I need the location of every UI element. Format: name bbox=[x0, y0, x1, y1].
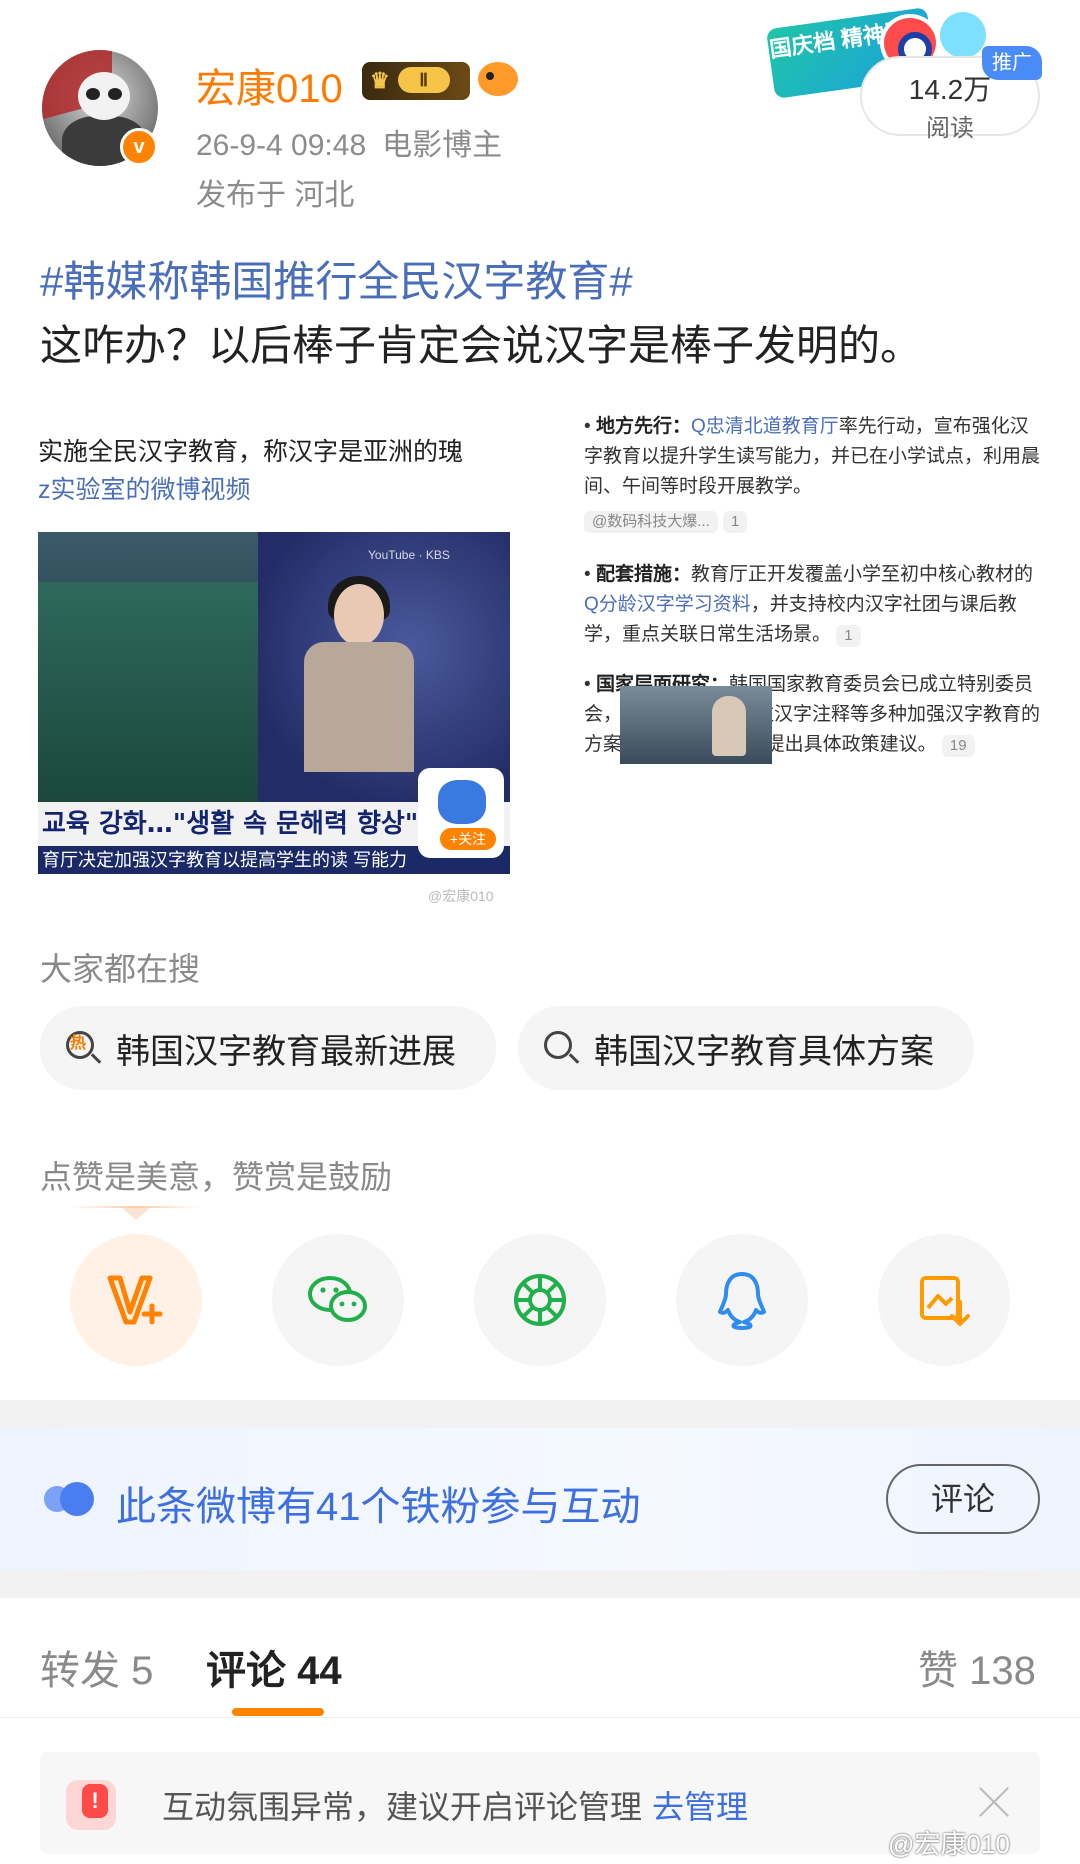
manage-link[interactable]: 去管理 bbox=[652, 1789, 748, 1825]
reward-pointer bbox=[70, 1206, 202, 1220]
verified-v-icon: v bbox=[120, 128, 158, 166]
tab-likes[interactable]: 赞 138 bbox=[918, 1638, 1036, 1696]
close-icon[interactable] bbox=[974, 1782, 1014, 1822]
section-divider bbox=[0, 1400, 1080, 1428]
level-label: Ⅱ bbox=[397, 67, 450, 93]
v-plus-button[interactable] bbox=[70, 1234, 202, 1366]
trending-search-title: 大家都在搜 bbox=[40, 951, 201, 987]
search-chip-label: 韩国汉字教育具体方案 bbox=[594, 1032, 934, 1071]
fan-interaction-text: 此条微博有41个铁粉参与互动 bbox=[116, 1485, 641, 1529]
tab-repost[interactable]: 转发 5 bbox=[40, 1638, 153, 1696]
user-role: 电影博主 bbox=[382, 129, 503, 162]
post-hashtag[interactable]: #韩媒称韩国推行全民汉字教育# bbox=[40, 248, 633, 309]
post-time: 26-9-4 09:48 bbox=[196, 129, 367, 162]
fan-badge-icon[interactable] bbox=[478, 62, 518, 96]
bullet-title: 配套措施： bbox=[595, 564, 691, 585]
news-anchor bbox=[304, 642, 414, 772]
fan-icon bbox=[44, 1482, 94, 1516]
promo-tag[interactable]: 推广 bbox=[982, 46, 1042, 80]
moments-icon bbox=[514, 1274, 566, 1326]
save-image-button[interactable] bbox=[878, 1234, 1010, 1366]
comment-button[interactable]: 评论 bbox=[886, 1464, 1040, 1534]
active-tab-indicator bbox=[232, 1708, 324, 1716]
trending-search-chip[interactable]: 韩国汉字教育具体方案 bbox=[518, 1006, 974, 1090]
v-plus-icon bbox=[107, 1275, 163, 1325]
thumbnail-image bbox=[620, 686, 772, 764]
channel-logo: YouTube · KBS bbox=[368, 548, 450, 562]
search-icon bbox=[542, 1029, 580, 1067]
username[interactable]: 宏康010 bbox=[196, 56, 343, 114]
share-moments-button[interactable] bbox=[474, 1234, 606, 1366]
bullet-link: Q分龄汉字学习资料 bbox=[584, 594, 751, 615]
trending-search-chip[interactable]: 热 韩国汉字教育最新进展 bbox=[40, 1006, 496, 1090]
source-chip: @数码科技大爆... bbox=[584, 511, 718, 533]
section-divider bbox=[0, 1570, 1080, 1598]
crown-level-badge[interactable]: ♛ Ⅱ bbox=[362, 62, 470, 100]
news-anchor bbox=[334, 584, 384, 646]
count-chip: 1 bbox=[836, 625, 861, 647]
qq-icon bbox=[718, 1272, 766, 1330]
post-meta: 26-9-4 09:48 电影博主 bbox=[196, 120, 502, 164]
post-header: v 宏康010 ♛ Ⅱ 26-9-4 09:48 电影博主 发布于 河北 国庆档 精… bbox=[0, 0, 1080, 230]
post-image[interactable]: 实施全民汉字教育，称汉字是亚洲的瑰 z实验室的微博视频 YouTube · KB… bbox=[36, 400, 1044, 910]
bullet-title: 地方先行： bbox=[595, 416, 691, 437]
post-location: 发布于 河北 bbox=[196, 179, 355, 212]
image-caption-link: z实验室的微博视频 bbox=[38, 476, 251, 504]
fan-interaction-banner: 此条微博有41个铁粉参与互动 评论 bbox=[0, 1428, 1080, 1570]
summary-bullet: • 地方先行：Q忠清北道教育厅率先行动，宣布强化汉字教育以提升学生读写能力，并已… bbox=[584, 412, 1044, 536]
bullet-link: Q忠清北道教育厅 bbox=[690, 416, 839, 437]
follow-badge: +关注 bbox=[418, 768, 504, 858]
post-text: 这咋办？以后棒子肯定会说汉字是棒子发明的。 bbox=[40, 322, 923, 369]
follow-tag: +关注 bbox=[440, 828, 496, 850]
image-caption: 实施全民汉字教育，称汉字是亚洲的瑰 bbox=[38, 438, 464, 466]
warning-icon bbox=[66, 1780, 116, 1830]
wechat-icon bbox=[308, 1276, 367, 1322]
post-tabs: 转发 5 评论 44 赞 138 bbox=[0, 1598, 1080, 1718]
search-chip-label: 韩国汉字教育最新进展 bbox=[116, 1032, 456, 1071]
share-qq-button[interactable] bbox=[676, 1234, 808, 1366]
footer-watermark: @宏康010 bbox=[888, 1829, 1010, 1859]
map-icon bbox=[438, 780, 486, 824]
hot-search-icon: 热 bbox=[64, 1029, 102, 1067]
image-watermark: @宏康010 bbox=[428, 888, 494, 904]
share-wechat-button[interactable] bbox=[272, 1234, 404, 1366]
avatar-eye bbox=[108, 88, 122, 100]
mascot-icon[interactable] bbox=[940, 12, 986, 58]
notice-text: 互动氛围异常，建议开启评论管理 去管理 bbox=[162, 1789, 749, 1825]
video-frame: YouTube · KBS 교육 강화…"생활 속 문해력 향상" 育厅决定加强… bbox=[38, 532, 510, 874]
tab-comments[interactable]: 评论 44 bbox=[206, 1638, 342, 1696]
hot-badge: 热 bbox=[70, 1033, 87, 1052]
save-image-icon bbox=[920, 1276, 970, 1326]
read-label: 阅读 bbox=[926, 115, 974, 142]
reward-caption: 点赞是美意，赞赏是鼓励 bbox=[40, 1159, 393, 1195]
bullet-text-pre: 教育厅正开发覆盖小学至初中核心教材的 bbox=[690, 564, 1033, 585]
avatar-eye bbox=[86, 88, 100, 100]
count-chip: 19 bbox=[941, 735, 975, 757]
share-row bbox=[70, 1234, 1020, 1366]
summary-bullet: • 配套措施：教育厅正开发覆盖小学至初中核心教材的Q分龄汉字学习资料，并支持校内… bbox=[584, 564, 1033, 647]
count-chip: 1 bbox=[723, 511, 748, 533]
